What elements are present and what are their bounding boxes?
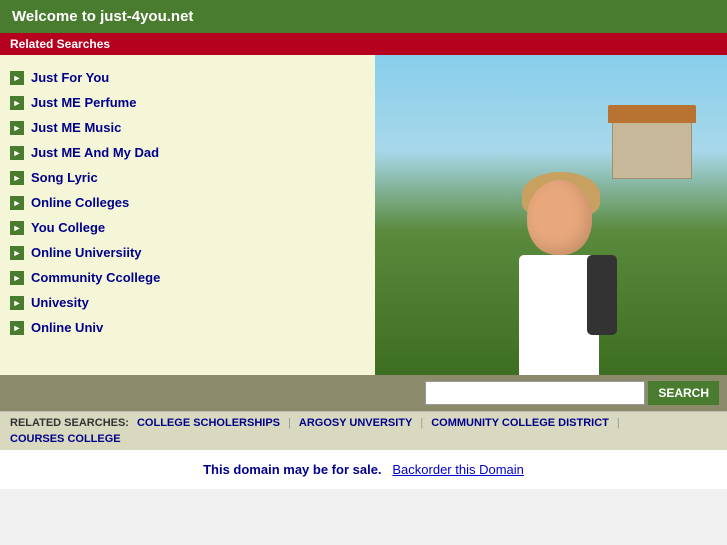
arrow-icon: ► [10, 71, 24, 85]
main-content: ► Just For You ► Just ME Perfume ► Just … [0, 55, 727, 375]
person-body [519, 255, 599, 375]
links-column: ► Just For You ► Just ME Perfume ► Just … [0, 55, 375, 375]
footer: This domain may be for sale. Backorder t… [0, 450, 727, 489]
list-item: ► You College [10, 215, 365, 240]
arrow-icon: ► [10, 271, 24, 285]
list-item: ► Online Univ [10, 315, 365, 340]
arrow-icon: ► [10, 146, 24, 160]
arrow-icon: ► [10, 321, 24, 335]
arrow-icon: ► [10, 221, 24, 235]
separator: | [288, 417, 291, 429]
page-wrapper: Welcome to just-4you.net Related Searche… [0, 0, 727, 489]
list-item: ► Just ME Perfume [10, 90, 365, 115]
arrow-icon: ► [10, 196, 24, 210]
person-head [527, 180, 592, 255]
list-item: ► Just ME And My Dad [10, 140, 365, 165]
arrow-icon: ► [10, 96, 24, 110]
link-you-college[interactable]: You College [31, 220, 105, 235]
related-link-2[interactable]: ARGOSY UNVERSITY [299, 417, 413, 429]
backorder-link[interactable]: Backorder this Domain [392, 462, 524, 477]
link-online-university[interactable]: Online Universiity [31, 245, 142, 260]
related-link-3[interactable]: COMMUNITY COLLEGE DISTRICT [431, 417, 609, 429]
bottom-related-label: RELATED SEARCHES: [10, 417, 129, 429]
page-header: Welcome to just-4you.net [0, 0, 727, 33]
list-item: ► Community Ccollege [10, 265, 365, 290]
list-item: ► Online Colleges [10, 190, 365, 215]
link-just-for-you[interactable]: Just For You [31, 70, 109, 85]
building-decoration [612, 119, 692, 179]
link-online-colleges[interactable]: Online Colleges [31, 195, 129, 210]
arrow-icon: ► [10, 246, 24, 260]
link-just-me-dad[interactable]: Just ME And My Dad [31, 145, 159, 160]
link-univesity[interactable]: Univesity [31, 295, 89, 310]
list-item: ► Song Lyric [10, 165, 365, 190]
link-just-me-music[interactable]: Just ME Music [31, 120, 121, 135]
arrow-icon: ► [10, 296, 24, 310]
related-searches-label: Related Searches [10, 37, 110, 51]
separator: | [420, 417, 423, 429]
bottom-related-searches: RELATED SEARCHES: COLLEGE SCHOLERSHIPS |… [0, 411, 727, 450]
search-bar-area: SEARCH [0, 375, 727, 411]
photo-column [375, 55, 727, 375]
related-searches-bar: Related Searches [0, 33, 727, 55]
related-link-1[interactable]: COLLEGE SCHOLERSHIPS [137, 417, 280, 429]
list-item: ► Online Universiity [10, 240, 365, 265]
person-backpack [587, 255, 617, 335]
link-online-univ[interactable]: Online Univ [31, 320, 103, 335]
separator: | [617, 417, 620, 429]
person-hair [522, 172, 600, 217]
header-title: Welcome to just-4you.net [12, 8, 193, 25]
photo-area [375, 55, 727, 375]
list-item: ► Just For You [10, 65, 365, 90]
list-item: ► Just ME Music [10, 115, 365, 140]
arrow-icon: ► [10, 121, 24, 135]
link-just-me-perfume[interactable]: Just ME Perfume [31, 95, 136, 110]
link-community-college[interactable]: Community Ccollege [31, 270, 160, 285]
arrow-icon: ► [10, 171, 24, 185]
list-item: ► Univesity [10, 290, 365, 315]
related-link-4[interactable]: COURSES COLLEGE [10, 433, 121, 445]
student-photo [519, 180, 599, 375]
search-button[interactable]: SEARCH [648, 381, 719, 405]
link-song-lyric[interactable]: Song Lyric [31, 170, 98, 185]
search-input[interactable] [425, 381, 645, 405]
footer-text: This domain may be for sale. [203, 462, 381, 477]
